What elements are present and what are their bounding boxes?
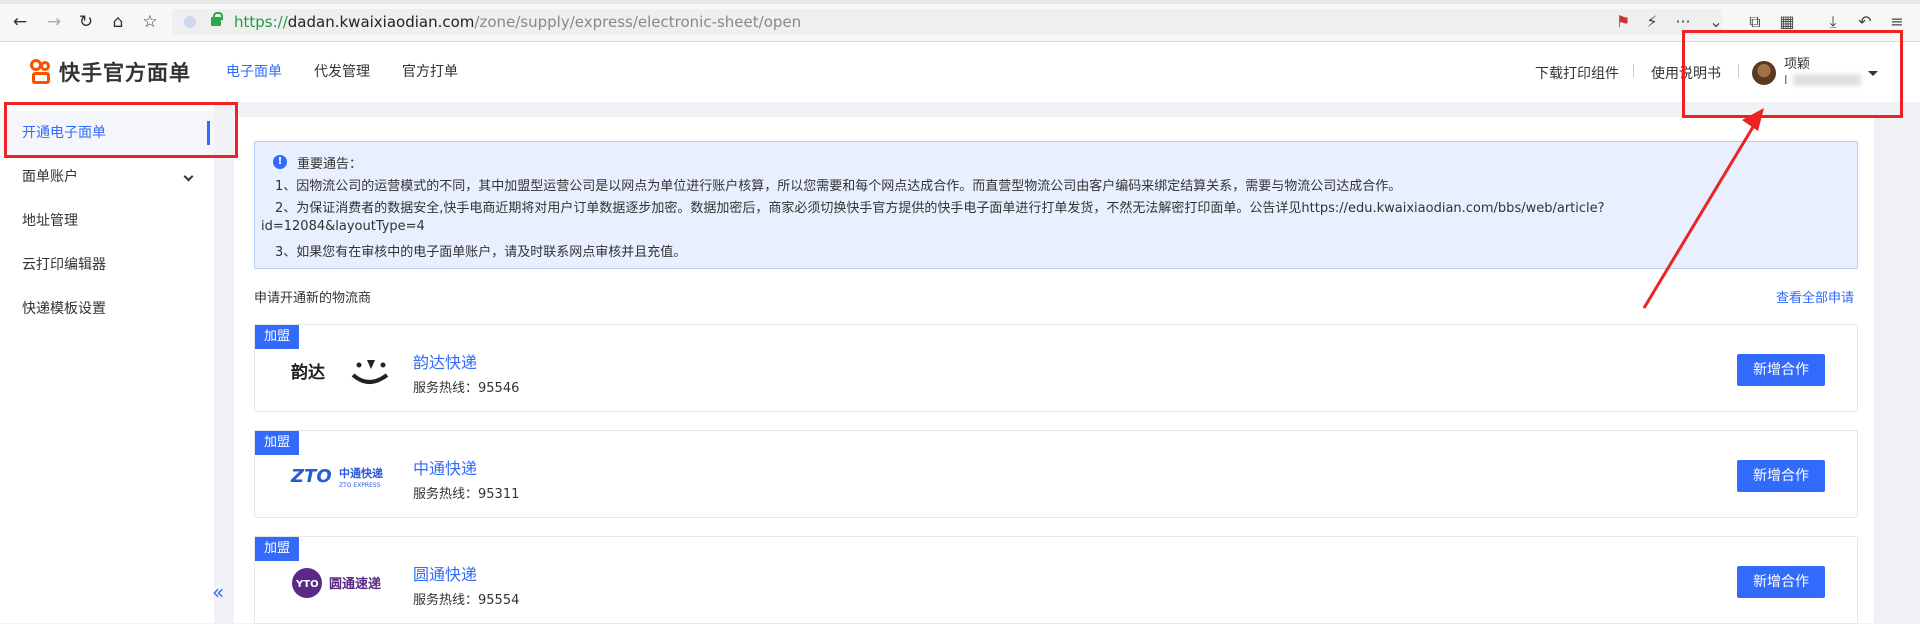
annotation-arrow-icon — [1642, 108, 1764, 309]
